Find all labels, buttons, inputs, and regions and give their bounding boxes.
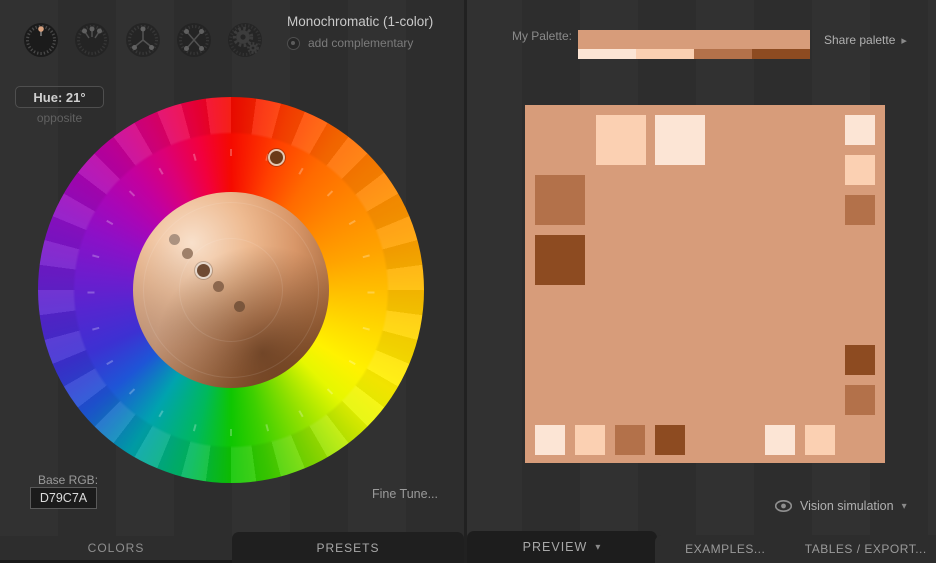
palette-variant-band — [578, 49, 810, 59]
wheel-tick — [106, 360, 113, 365]
my-palette-label: My Palette: — [497, 29, 572, 43]
scheme-panel: Monochromatic (1-color) add complementar… — [0, 0, 464, 563]
tab-presets[interactable]: PRESETS — [232, 532, 464, 563]
tab-examples[interactable]: EXAMPLES... — [655, 535, 796, 563]
share-palette-link[interactable]: Share palette ▸ — [824, 33, 907, 47]
color-wheel[interactable] — [38, 97, 424, 483]
wheel-tick — [230, 429, 232, 436]
hue-value-box[interactable]: Hue: 21° — [15, 86, 104, 108]
monochromatic-scheme-icon[interactable] — [23, 22, 59, 58]
palette-base-band — [578, 30, 810, 49]
wheel-tick — [298, 168, 303, 175]
wheel-tick — [327, 190, 333, 196]
wheel-tick — [88, 292, 95, 294]
wheel-tick — [368, 292, 375, 294]
opposite-label[interactable]: opposite — [15, 111, 104, 125]
variant-dot[interactable] — [234, 301, 245, 312]
add-complementary-row: add complementary — [287, 36, 433, 50]
preview-swatch — [765, 425, 795, 455]
scheme-type-row — [23, 22, 263, 58]
fine-tune-link[interactable]: Fine Tune... — [372, 487, 438, 501]
palette-segment — [752, 49, 810, 59]
share-arrow-icon: ▸ — [901, 35, 907, 47]
add-complementary-radio[interactable] — [287, 37, 300, 50]
scheme-info: Monochromatic (1-color) add complementar… — [287, 14, 433, 50]
adjacent-scheme-icon[interactable] — [74, 22, 110, 58]
wheel-tick — [158, 410, 163, 417]
wheel-tick — [92, 327, 99, 331]
wheel-tick — [129, 388, 135, 394]
brightness-saturation-sphere[interactable] — [133, 192, 329, 388]
preview-swatch — [845, 155, 875, 185]
variant-dot[interactable] — [169, 234, 180, 245]
base-rgb-input[interactable] — [30, 487, 97, 509]
wheel-tick — [363, 327, 370, 331]
right-tab-strip: EXAMPLES... TABLES / EXPORT... — [655, 535, 936, 563]
hue-marker[interactable] — [268, 149, 285, 166]
vision-caret-icon: ▾ — [902, 501, 907, 512]
wheel-tick — [327, 388, 333, 394]
preview-swatch — [845, 385, 875, 415]
tab-colors[interactable]: COLORS — [0, 536, 232, 560]
triad-scheme-icon[interactable] — [125, 22, 161, 58]
preview-swatch — [535, 235, 585, 285]
base-rgb-label: Base RGB: — [38, 473, 98, 487]
variant-dot-selected[interactable] — [197, 264, 210, 277]
freestyle-gear-icon[interactable] — [227, 22, 263, 58]
wheel-tick — [230, 149, 232, 156]
left-tab-strip: COLORS — [0, 536, 232, 560]
preview-swatch — [535, 425, 565, 455]
preview-swatch — [655, 425, 685, 455]
wheel-tick — [158, 168, 163, 175]
wheel-tick — [349, 360, 356, 365]
tab-tables-export[interactable]: TABLES / EXPORT... — [796, 535, 936, 563]
eye-icon — [775, 500, 792, 512]
preview-swatch — [596, 115, 646, 165]
wheel-tick — [265, 424, 269, 431]
vision-simulation-label: Vision simulation — [800, 499, 894, 513]
share-palette-label: Share palette — [824, 33, 895, 47]
vision-simulation-control[interactable]: Vision simulation ▾ — [775, 499, 907, 513]
wheel-tick — [129, 190, 135, 196]
preview-swatch — [805, 425, 835, 455]
add-complementary-label: add complementary — [308, 36, 413, 50]
wheel-tick — [349, 220, 356, 225]
preview-swatch — [655, 115, 705, 165]
wheel-tick — [298, 410, 303, 417]
wheel-tick — [193, 154, 197, 161]
palette-segment — [636, 49, 694, 59]
preview-swatch — [845, 115, 875, 145]
preview-swatch — [845, 195, 875, 225]
tetrad-scheme-icon[interactable] — [176, 22, 212, 58]
variant-dot[interactable] — [213, 281, 224, 292]
wheel-tick — [106, 220, 113, 225]
preview-panel: My Palette: Share palette ▸ Vision simula… — [467, 0, 936, 563]
preview-caret-icon: ▾ — [595, 542, 601, 553]
preview-swatch — [845, 345, 875, 375]
color-preview-canvas — [525, 105, 885, 463]
variant-dot[interactable] — [182, 248, 193, 259]
wheel-tick — [193, 424, 197, 431]
palette-segment — [694, 49, 752, 59]
preview-swatch — [615, 425, 645, 455]
tab-preview-label: PREVIEW — [523, 540, 588, 554]
palette-strip[interactable] — [578, 30, 810, 59]
wheel-tick — [92, 254, 99, 258]
tab-preview[interactable]: PREVIEW ▾ — [467, 531, 657, 563]
wheel-tick — [363, 254, 370, 258]
scheme-title: Monochromatic (1-color) — [287, 14, 433, 29]
palette-segment — [578, 49, 636, 59]
preview-swatch — [535, 175, 585, 225]
preview-swatch — [575, 425, 605, 455]
